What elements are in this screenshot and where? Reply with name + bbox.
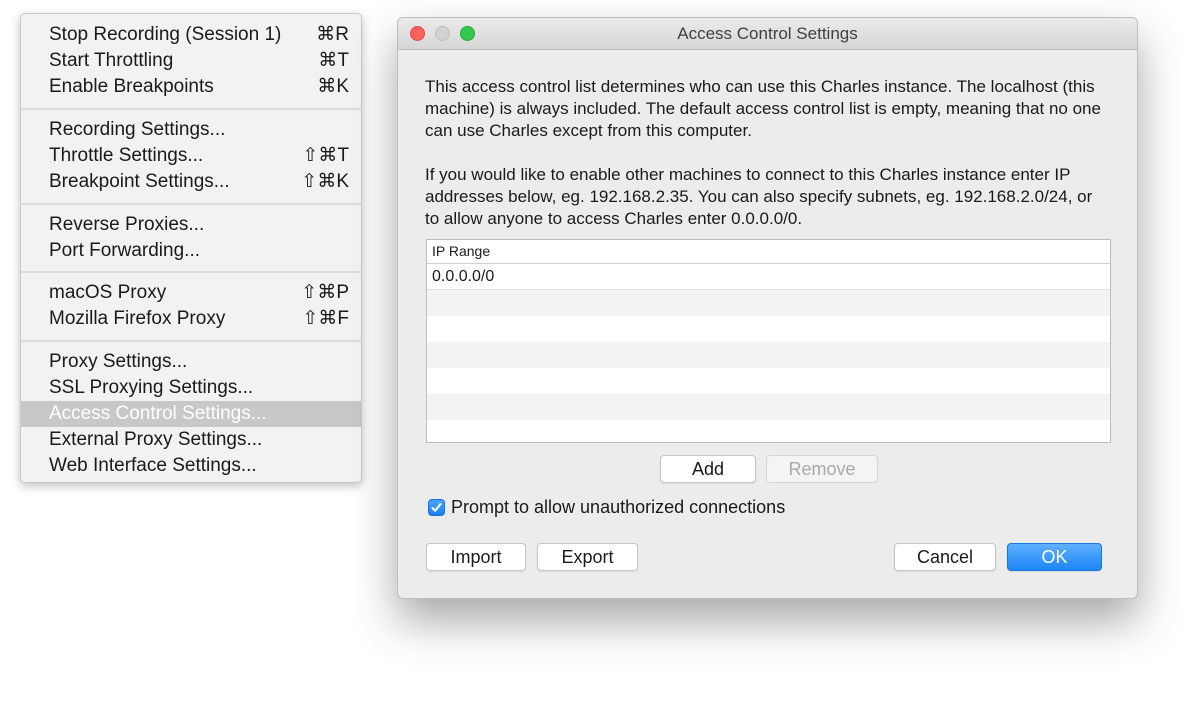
menu-item-label: Start Throttling [49,50,174,71]
ip-range-cell: 0.0.0.0/0 [432,268,495,285]
screen: Stop Recording (Session 1) ⌘R Start Thro… [0,0,1200,701]
menu-item-port-forwarding[interactable]: Port Forwarding... [21,238,361,264]
menu-item-access-control-settings[interactable]: Access Control Settings... [21,401,361,427]
menu-item-macos-proxy[interactable]: macOS Proxy ⇧⌘P [21,280,361,306]
menu-separator [21,271,361,273]
import-button[interactable]: Import [426,543,526,571]
access-control-dialog: Access Control Settings This access cont… [397,17,1138,599]
menu-item-shortcut: ⇧⌘F [302,308,349,329]
ok-button[interactable]: OK [1007,543,1102,571]
menu-item-web-interface-settings[interactable]: Web Interface Settings... [21,453,361,479]
menu-item-breakpoint-settings[interactable]: Breakpoint Settings... ⇧⌘K [21,169,361,195]
minimize-window-icon[interactable] [435,26,450,41]
menu-item-throttle-settings[interactable]: Throttle Settings... ⇧⌘T [21,143,361,169]
prompt-unauthorized-checkbox[interactable] [428,499,445,516]
menu-item-enable-breakpoints[interactable]: Enable Breakpoints ⌘K [21,74,361,100]
menu-item-proxy-settings[interactable]: Proxy Settings... [21,349,361,375]
menu-item-label: Port Forwarding... [49,240,200,261]
menu-item-external-proxy-settings[interactable]: External Proxy Settings... [21,427,361,453]
menu-item-stop-recording[interactable]: Stop Recording (Session 1) ⌘R [21,22,361,48]
menu-separator [21,340,361,342]
menu-item-firefox-proxy[interactable]: Mozilla Firefox Proxy ⇧⌘F [21,306,361,332]
description-paragraph-2: If you would like to enable other machin… [425,165,1093,228]
menu-item-label: Throttle Settings... [49,145,204,166]
table-column-header[interactable]: IP Range [427,240,1110,264]
description-paragraph-1: This access control list determines who … [425,77,1101,140]
menu-item-label: Web Interface Settings... [49,455,257,476]
close-window-icon[interactable] [410,26,425,41]
window-title: Access Control Settings [677,24,858,43]
menu-separator [21,108,361,110]
cancel-button[interactable]: Cancel [894,543,996,571]
menu-item-shortcut: ⇧⌘K [301,171,349,192]
menu-item-label: SSL Proxying Settings... [49,377,254,398]
menu-item-label: Mozilla Firefox Proxy [49,308,226,329]
menu-separator [21,203,361,205]
empty-table-row [427,290,1110,316]
export-button[interactable]: Export [537,543,638,571]
empty-table-row [427,316,1110,342]
table-row[interactable]: 0.0.0.0/0 [427,264,1110,290]
ip-range-table[interactable]: IP Range 0.0.0.0/0 [426,239,1111,443]
title-bar[interactable]: Access Control Settings [398,18,1137,50]
remove-button[interactable]: Remove [766,455,878,483]
menu-item-label: Access Control Settings... [49,403,267,424]
menu-item-label: Recording Settings... [49,119,226,140]
proxy-menu: Stop Recording (Session 1) ⌘R Start Thro… [20,13,362,483]
menu-item-label: Enable Breakpoints [49,76,214,97]
menu-item-label: Breakpoint Settings... [49,171,230,192]
empty-table-row [427,342,1110,368]
column-header-label: IP Range [432,243,491,259]
menu-item-shortcut: ⇧⌘P [301,282,349,303]
empty-table-row [427,394,1110,420]
checkmark-icon [431,503,442,512]
menu-item-label: External Proxy Settings... [49,429,263,450]
empty-table-row [427,368,1110,394]
menu-item-reverse-proxies[interactable]: Reverse Proxies... [21,212,361,238]
menu-item-label: Proxy Settings... [49,351,188,372]
menu-item-shortcut: ⌘R [316,24,349,45]
prompt-unauthorized-label[interactable]: Prompt to allow unauthorized connections [451,495,785,519]
menu-item-shortcut: ⇧⌘T [302,145,349,166]
menu-item-ssl-proxying-settings[interactable]: SSL Proxying Settings... [21,375,361,401]
maximize-window-icon[interactable] [460,26,475,41]
add-button[interactable]: Add [660,455,756,483]
menu-item-start-throttling[interactable]: Start Throttling ⌘T [21,48,361,74]
menu-item-label: macOS Proxy [49,282,167,303]
menu-item-label: Stop Recording (Session 1) [49,24,282,45]
menu-item-label: Reverse Proxies... [49,214,205,235]
menu-item-shortcut: ⌘K [317,76,349,97]
menu-item-recording-settings[interactable]: Recording Settings... [21,117,361,143]
empty-table-row [427,420,1110,442]
menu-item-shortcut: ⌘T [318,50,349,71]
